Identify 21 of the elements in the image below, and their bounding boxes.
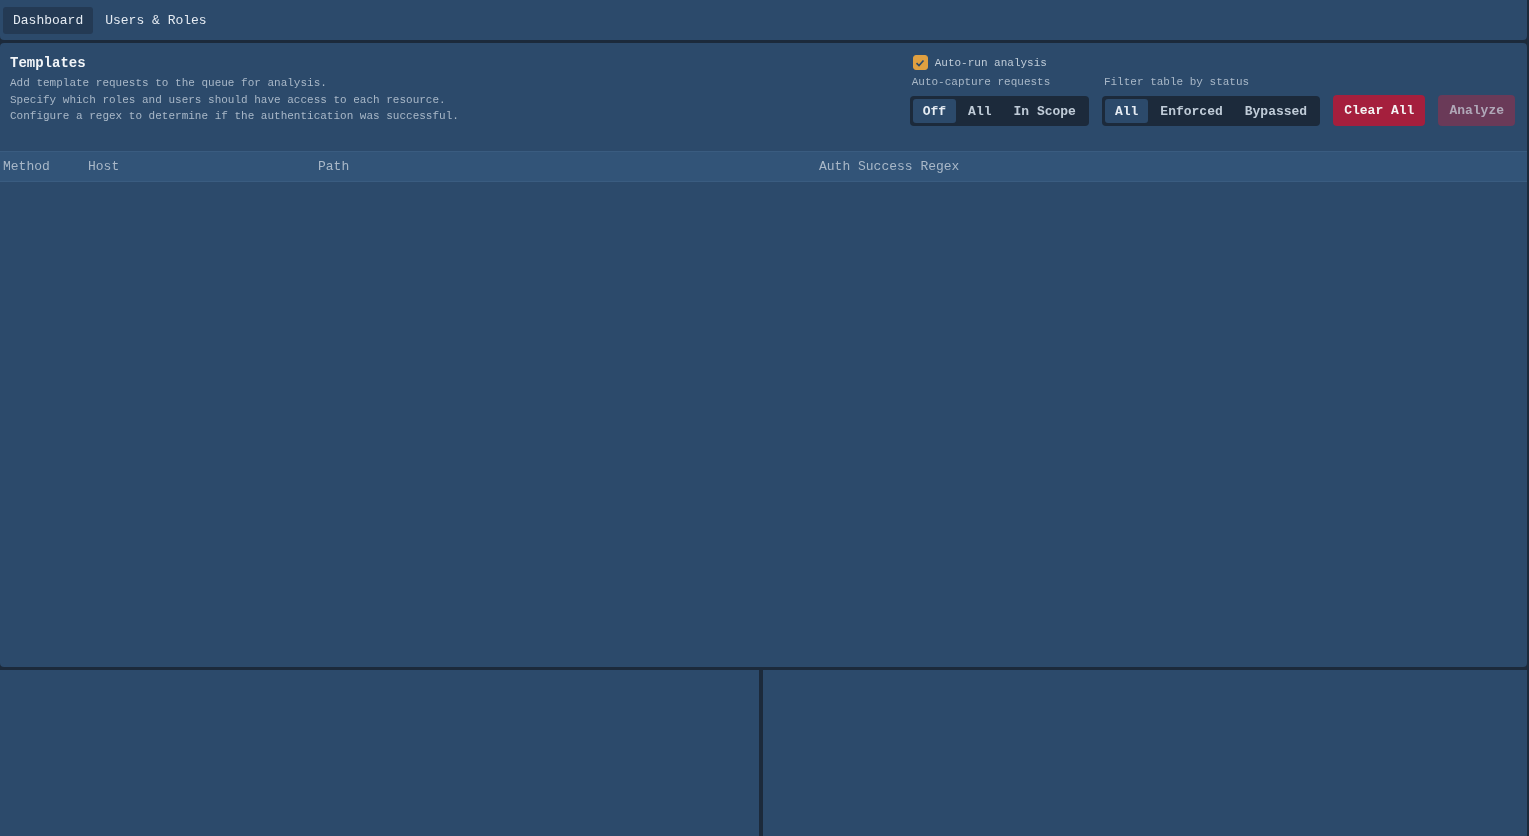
description-text: Add template requests to the queue for analysis. (10, 76, 328, 91)
segment-option[interactable]: Off (912, 99, 957, 123)
segment-option[interactable]: All (1104, 99, 1149, 123)
tab[interactable]: Dashboard (3, 6, 94, 34)
segment-option[interactable]: Bypassed (1234, 99, 1318, 123)
segment-option[interactable]: In Scope (1003, 99, 1086, 123)
group-label: Auto-capture requests (911, 76, 1052, 88)
clear-button[interactable]: Clear All (1333, 95, 1426, 126)
description-text: Configure a regex to determine if the authentication was successful. (10, 109, 459, 124)
column-header[interactable]: Auth Success Regex (819, 159, 960, 174)
group-label: Filter table by status (1103, 76, 1251, 88)
segment-option[interactable]: All (958, 99, 1002, 123)
column-header[interactable]: Method (3, 159, 50, 174)
column-header[interactable]: Host (88, 159, 120, 174)
section-title: Templates (10, 55, 87, 71)
column-header[interactable]: Path (318, 159, 350, 174)
description-text: Specify which roles and users should have access to each resource. (10, 92, 447, 108)
checkbox[interactable] (912, 55, 928, 70)
tab[interactable]: Users & Roles (95, 6, 217, 34)
checkbox-label: Auto-run analysis (934, 56, 1047, 69)
segment-option[interactable]: Enforced (1150, 99, 1233, 123)
